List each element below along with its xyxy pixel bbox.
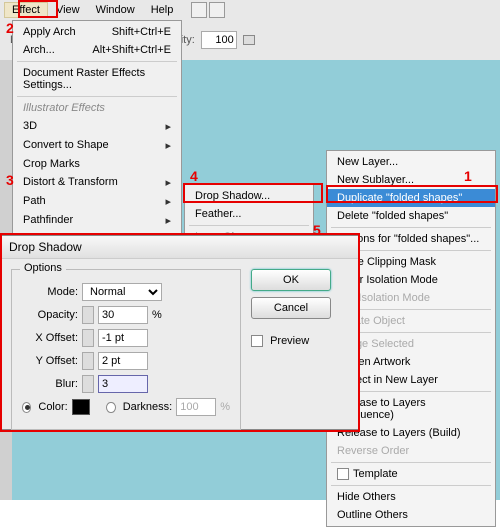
- opacity-input[interactable]: [98, 306, 148, 324]
- menu-3d[interactable]: 3D▸: [13, 117, 181, 136]
- menu-convert-shape[interactable]: Convert to Shape▸: [13, 136, 181, 155]
- darkness-input: [176, 398, 216, 416]
- spinner-icon[interactable]: [82, 306, 94, 324]
- toolbar-icon[interactable]: [209, 2, 225, 18]
- menu-pathfinder[interactable]: Pathfinder▸: [13, 211, 181, 230]
- separator: [331, 462, 491, 463]
- annotation-label-5: 5: [313, 222, 321, 238]
- menu-window[interactable]: Window: [88, 2, 143, 18]
- menu-distort[interactable]: Distort & Transform▸: [13, 173, 181, 192]
- spinner-icon[interactable]: [82, 375, 94, 393]
- preview-label: Preview: [270, 335, 309, 347]
- separator: [189, 225, 309, 226]
- menu-view[interactable]: View: [48, 2, 88, 18]
- spinner-icon[interactable]: [82, 329, 94, 347]
- spinner-icon[interactable]: [82, 352, 94, 370]
- drop-shadow-dialog: Drop Shadow Options Mode: Normal Opacity…: [0, 235, 360, 430]
- cm-duplicate[interactable]: Duplicate "folded shapes": [327, 189, 495, 207]
- color-radio[interactable]: [22, 402, 31, 413]
- menu-feather[interactable]: Feather...: [185, 205, 313, 223]
- percent-label: %: [220, 401, 230, 413]
- annotation-label-4: 4: [190, 168, 198, 184]
- darkness-label: Darkness:: [123, 401, 173, 413]
- mode-label: Mode:: [22, 286, 78, 298]
- chevron-right-icon: ▸: [165, 195, 171, 208]
- menu-apply-arch[interactable]: Apply ArchShift+Ctrl+E: [13, 23, 181, 41]
- menu-raster-settings[interactable]: Document Raster Effects Settings...: [13, 64, 181, 94]
- yoffset-label: Y Offset:: [22, 355, 78, 367]
- mode-select[interactable]: Normal: [82, 283, 162, 301]
- cancel-button[interactable]: Cancel: [251, 297, 331, 319]
- toolbar-icon[interactable]: [191, 2, 207, 18]
- checkbox-icon: [337, 468, 349, 480]
- menu-section-header: Illustrator Effects: [13, 99, 181, 117]
- menu-drop-shadow[interactable]: Drop Shadow...: [185, 187, 313, 205]
- color-swatch[interactable]: [72, 399, 90, 415]
- dialog-title: Drop Shadow: [1, 236, 359, 259]
- darkness-radio[interactable]: [106, 402, 115, 413]
- separator: [17, 61, 177, 62]
- blur-label: Blur:: [22, 378, 78, 390]
- chevron-right-icon: ▸: [165, 176, 171, 189]
- separator: [331, 227, 491, 228]
- chevron-right-icon: ▸: [165, 214, 171, 227]
- separator: [331, 485, 491, 486]
- preview-checkbox[interactable]: [251, 335, 263, 347]
- menu-path[interactable]: Path▸: [13, 192, 181, 211]
- color-label: Color:: [38, 401, 67, 413]
- blur-input[interactable]: [98, 375, 148, 393]
- yoffset-input[interactable]: [98, 352, 148, 370]
- annotation-label-3: 3: [6, 172, 14, 188]
- ok-button[interactable]: OK: [251, 269, 331, 291]
- menu-effect[interactable]: Effect: [4, 2, 48, 18]
- annotation-label-2: 2: [6, 20, 14, 36]
- options-group: Options Mode: Normal Opacity: % X Offset…: [11, 269, 241, 430]
- opacity-label: Opacity:: [22, 309, 78, 321]
- cm-delete[interactable]: Delete "folded shapes": [327, 207, 495, 225]
- menu-crop-marks[interactable]: Crop Marks: [13, 155, 181, 173]
- chevron-right-icon: ▸: [165, 139, 171, 152]
- annotation-label-1: 1: [464, 168, 472, 184]
- cm-hide-others[interactable]: Hide Others: [327, 488, 495, 506]
- dropdown-icon[interactable]: [243, 35, 255, 45]
- xoffset-input[interactable]: [98, 329, 148, 347]
- cm-outline-others[interactable]: Outline Others: [327, 506, 495, 524]
- menubar: Effect View Window Help: [0, 0, 500, 20]
- menu-arch[interactable]: Arch...Alt+Shift+Ctrl+E: [13, 41, 181, 59]
- separator: [17, 96, 177, 97]
- xoffset-label: X Offset:: [22, 332, 78, 344]
- chevron-right-icon: ▸: [165, 120, 171, 133]
- percent-label: %: [152, 309, 162, 321]
- cm-template[interactable]: Template: [327, 465, 495, 483]
- cm-reverse: Reverse Order: [327, 442, 495, 460]
- menu-help[interactable]: Help: [143, 2, 182, 18]
- opacity-input[interactable]: [201, 31, 237, 49]
- options-legend: Options: [20, 262, 66, 274]
